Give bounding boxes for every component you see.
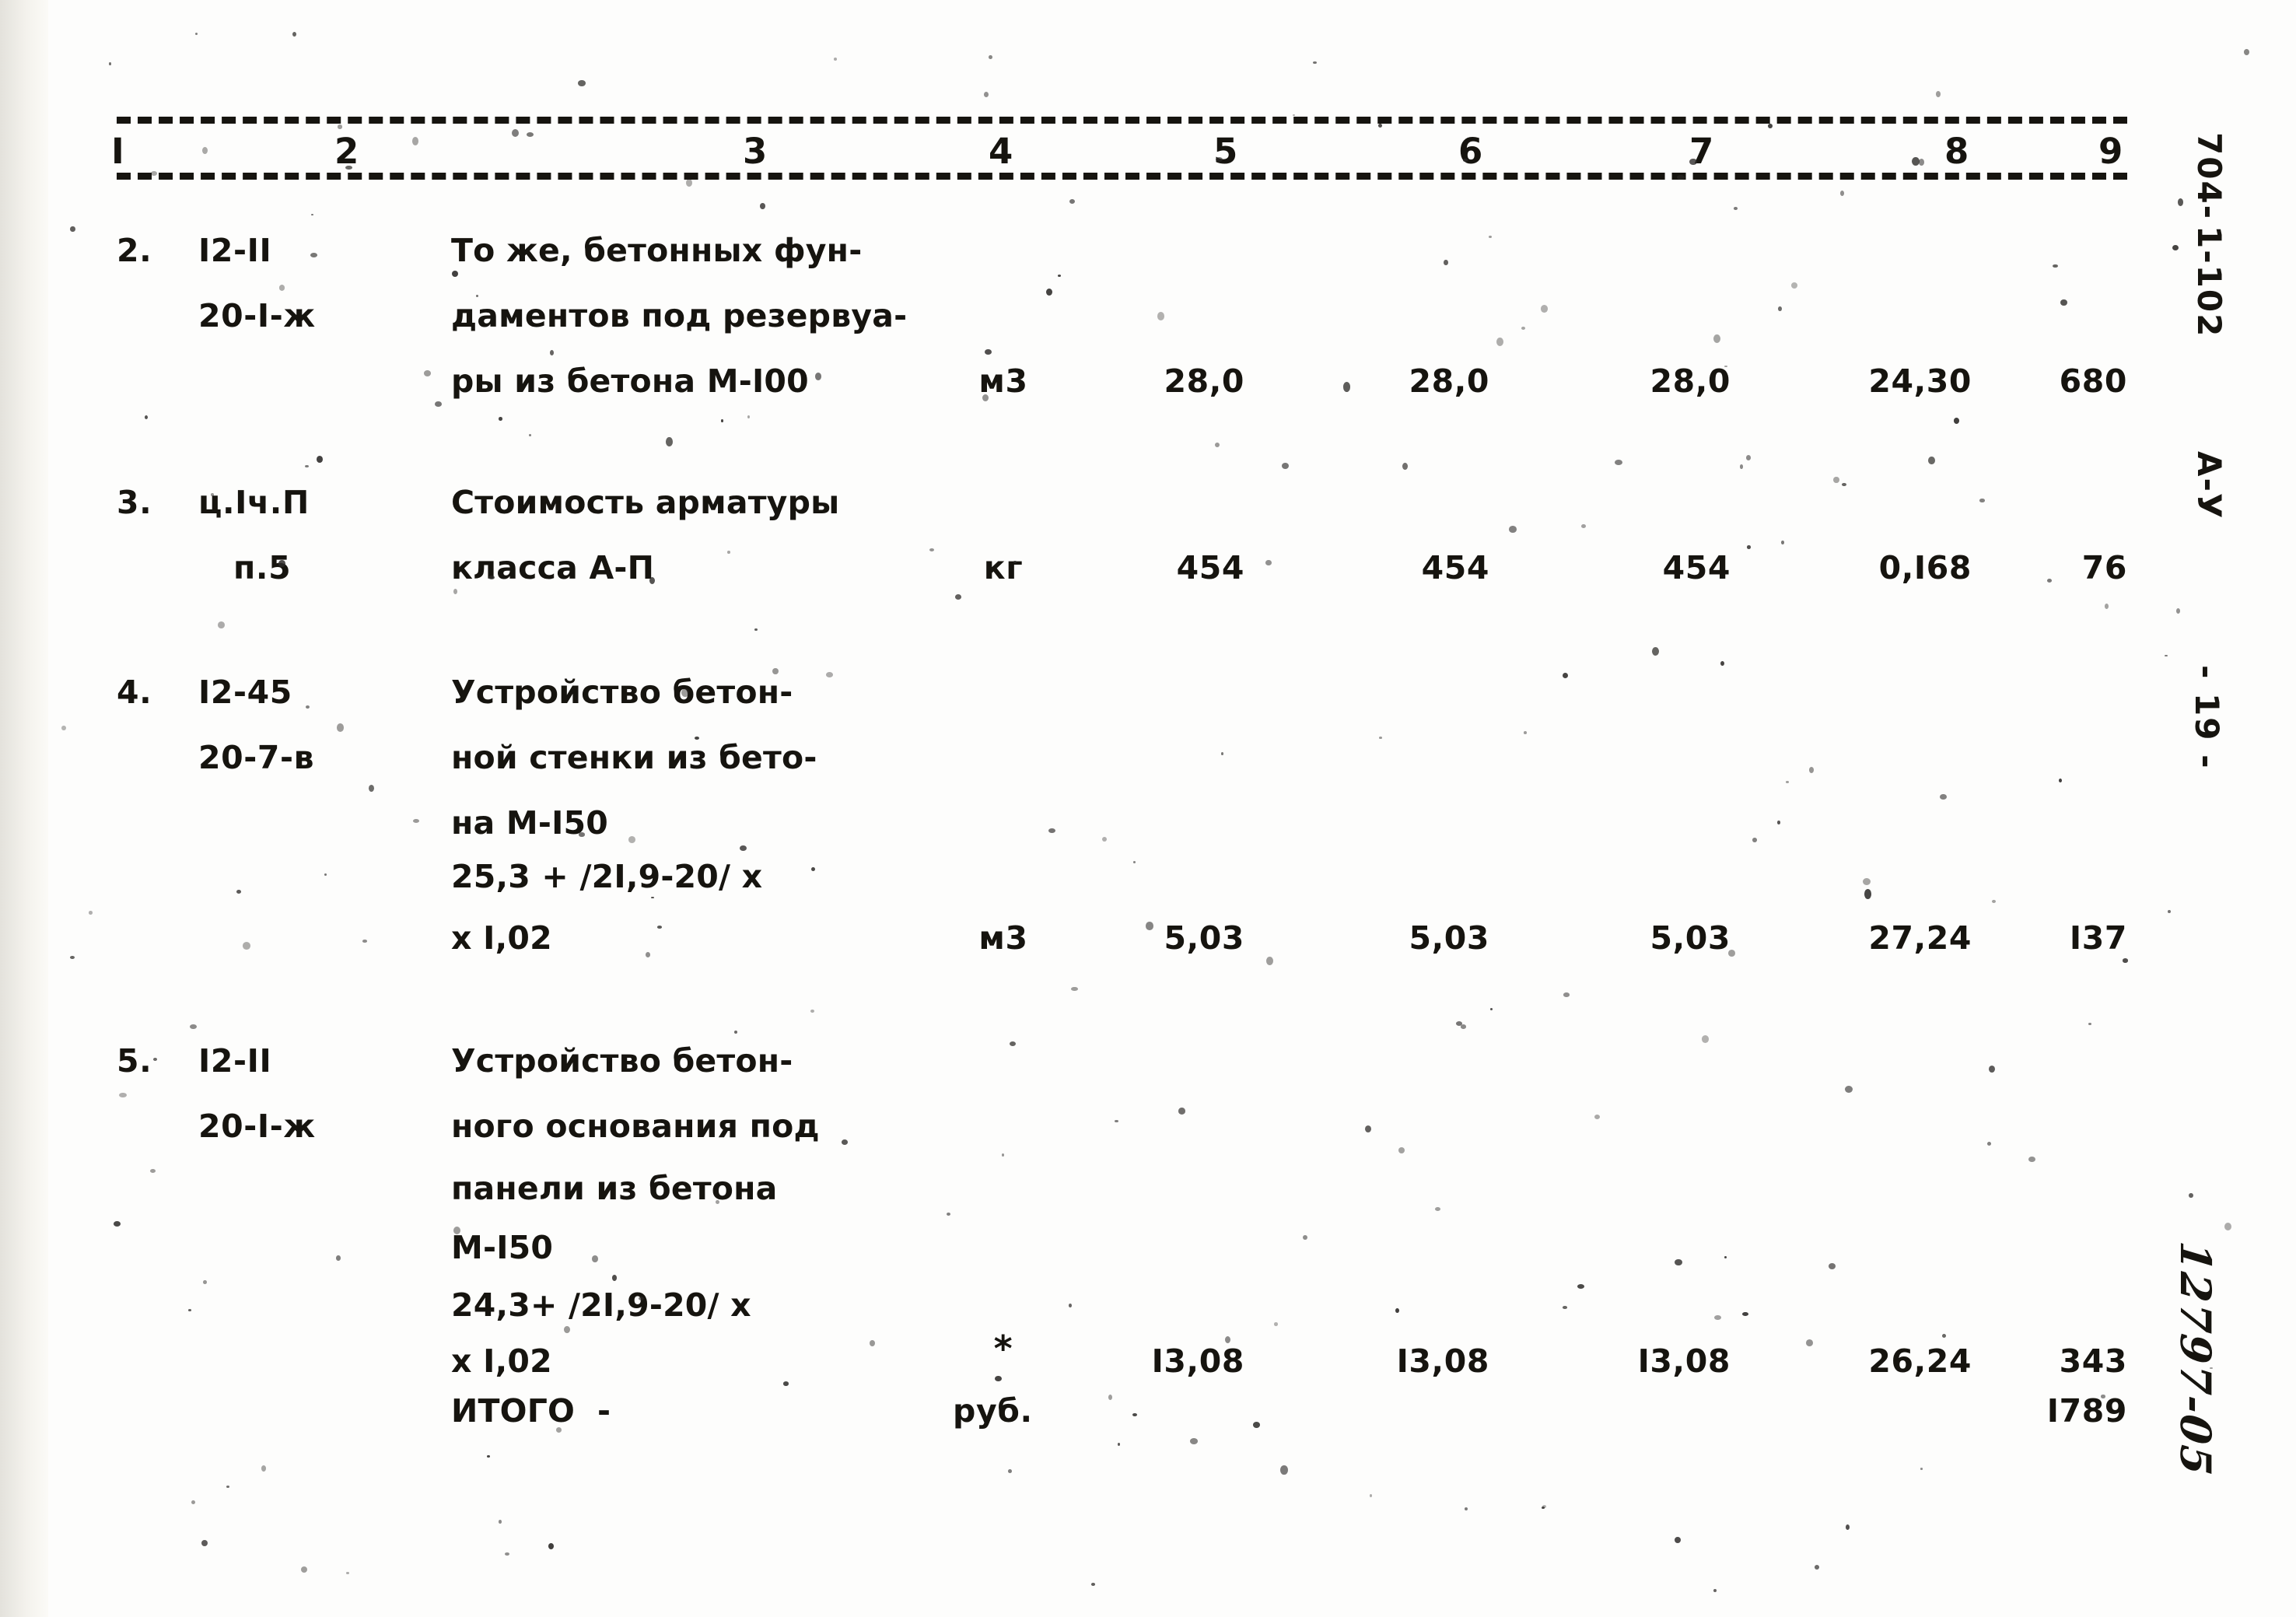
- row-code-line-2: 20-I-ж: [198, 297, 316, 334]
- table-header-rule: [117, 173, 2127, 180]
- row-code-line-1: I2-45: [198, 674, 292, 711]
- handwritten-stamp: 12797-05: [2171, 1239, 2221, 1479]
- row-description-line: Устройство бетон-: [451, 1042, 793, 1080]
- row-code-line-1: I2-II: [198, 1042, 272, 1080]
- row-description-line: класса А-П: [451, 549, 655, 586]
- table-top-rule: [117, 117, 2127, 124]
- scanned-document-page: I 2 3 4 5 6 7 8 9 2. I2-II 20-I-ж То же,…: [0, 0, 2296, 1617]
- row-code-line-1: I2-II: [198, 232, 272, 269]
- column-number-8: 8: [1944, 131, 1970, 172]
- column-number-6: 6: [1458, 131, 1484, 172]
- column-number-1: I: [111, 131, 125, 172]
- margin-code-top: 704-: [2190, 132, 2228, 221]
- table-row: 2.: [117, 232, 152, 269]
- row-value-col6: I3,08: [1396, 1342, 1489, 1380]
- row-value-col6: 28,0: [1409, 362, 1489, 400]
- row-code-line-1: ц.Iч.П: [198, 484, 310, 521]
- column-number-4: 4: [989, 131, 1014, 172]
- row-code-line-2: п.5: [233, 549, 292, 586]
- column-number-9: 9: [2098, 131, 2124, 172]
- row-value-col5: 454: [1176, 549, 1244, 586]
- table-row: 5.: [117, 1042, 152, 1080]
- row-value-col6: 454: [1421, 549, 1489, 586]
- row-value-col8: 26,24: [1868, 1342, 1972, 1380]
- row-code-line-2: 20-I-ж: [198, 1108, 316, 1145]
- row-value-col8: 27,24: [1868, 919, 1972, 957]
- row-description-line: панели из бетона: [451, 1170, 778, 1207]
- table-row: 3.: [117, 484, 152, 521]
- row-description-line: Стоимость арматуры: [451, 484, 840, 521]
- column-number-3: 3: [743, 131, 768, 172]
- row-description-line: на М-I50: [451, 804, 608, 842]
- row-value-col9: 76: [2081, 549, 2127, 586]
- row-unit: кг: [983, 549, 1024, 586]
- row-unit: *: [993, 1328, 1013, 1370]
- table-row: 4.: [117, 674, 152, 711]
- row-value-col9: 343: [2059, 1342, 2127, 1380]
- row-unit: м3: [978, 919, 1028, 957]
- row-value-col8: 24,30: [1868, 362, 1972, 400]
- row-value-col9: 680: [2059, 362, 2127, 400]
- row-description-line: ры из бетона М-I00: [451, 362, 809, 400]
- row-description-line: То же, бетонных фун-: [451, 232, 863, 269]
- row-value-col5: 28,0: [1164, 362, 1244, 400]
- row-description-line: М-I50: [451, 1229, 554, 1266]
- total-label: ИТОГО -: [451, 1392, 611, 1430]
- estimate-table: I 2 3 4 5 6 7 8 9 2. I2-II 20-I-ж То же,…: [0, 0, 2296, 1617]
- margin-code-mid: 1-102: [2190, 226, 2228, 338]
- column-number-2: 2: [334, 131, 360, 172]
- row-value-col7: 5,03: [1650, 919, 1731, 957]
- row-value-col9: I37: [2069, 919, 2127, 957]
- row-description-line: Устройство бетон-: [451, 674, 793, 711]
- row-value-col8: 0,I68: [1878, 549, 1972, 586]
- row-description-line: 25,3 + /2I,9-20/ х: [451, 858, 763, 895]
- row-description-line: ной стенки из бето-: [451, 739, 817, 776]
- column-number-5: 5: [1213, 131, 1239, 172]
- row-code-line-2: 20-7-в: [198, 739, 315, 776]
- margin-series-code: А-У: [2190, 451, 2228, 520]
- row-description-line: х I,02: [451, 919, 552, 957]
- column-number-7: 7: [1689, 131, 1715, 172]
- row-unit: м3: [978, 362, 1028, 400]
- row-description-line: 24,3+ /2I,9-20/ х: [451, 1286, 751, 1324]
- page-number: - 19 -: [2188, 665, 2226, 770]
- total-value: I789: [2046, 1392, 2127, 1430]
- total-unit: руб.: [953, 1392, 1033, 1430]
- row-value-col7: 454: [1662, 549, 1731, 586]
- row-value-col7: 28,0: [1650, 362, 1731, 400]
- row-value-col5: I3,08: [1151, 1342, 1244, 1380]
- row-description-line: даментов под резервуа-: [451, 297, 908, 334]
- row-description-line: х I,02: [451, 1342, 552, 1380]
- row-value-col5: 5,03: [1164, 919, 1244, 957]
- row-description-line: ного основания под: [451, 1108, 820, 1145]
- row-value-col7: I3,08: [1637, 1342, 1731, 1380]
- row-value-col6: 5,03: [1409, 919, 1489, 957]
